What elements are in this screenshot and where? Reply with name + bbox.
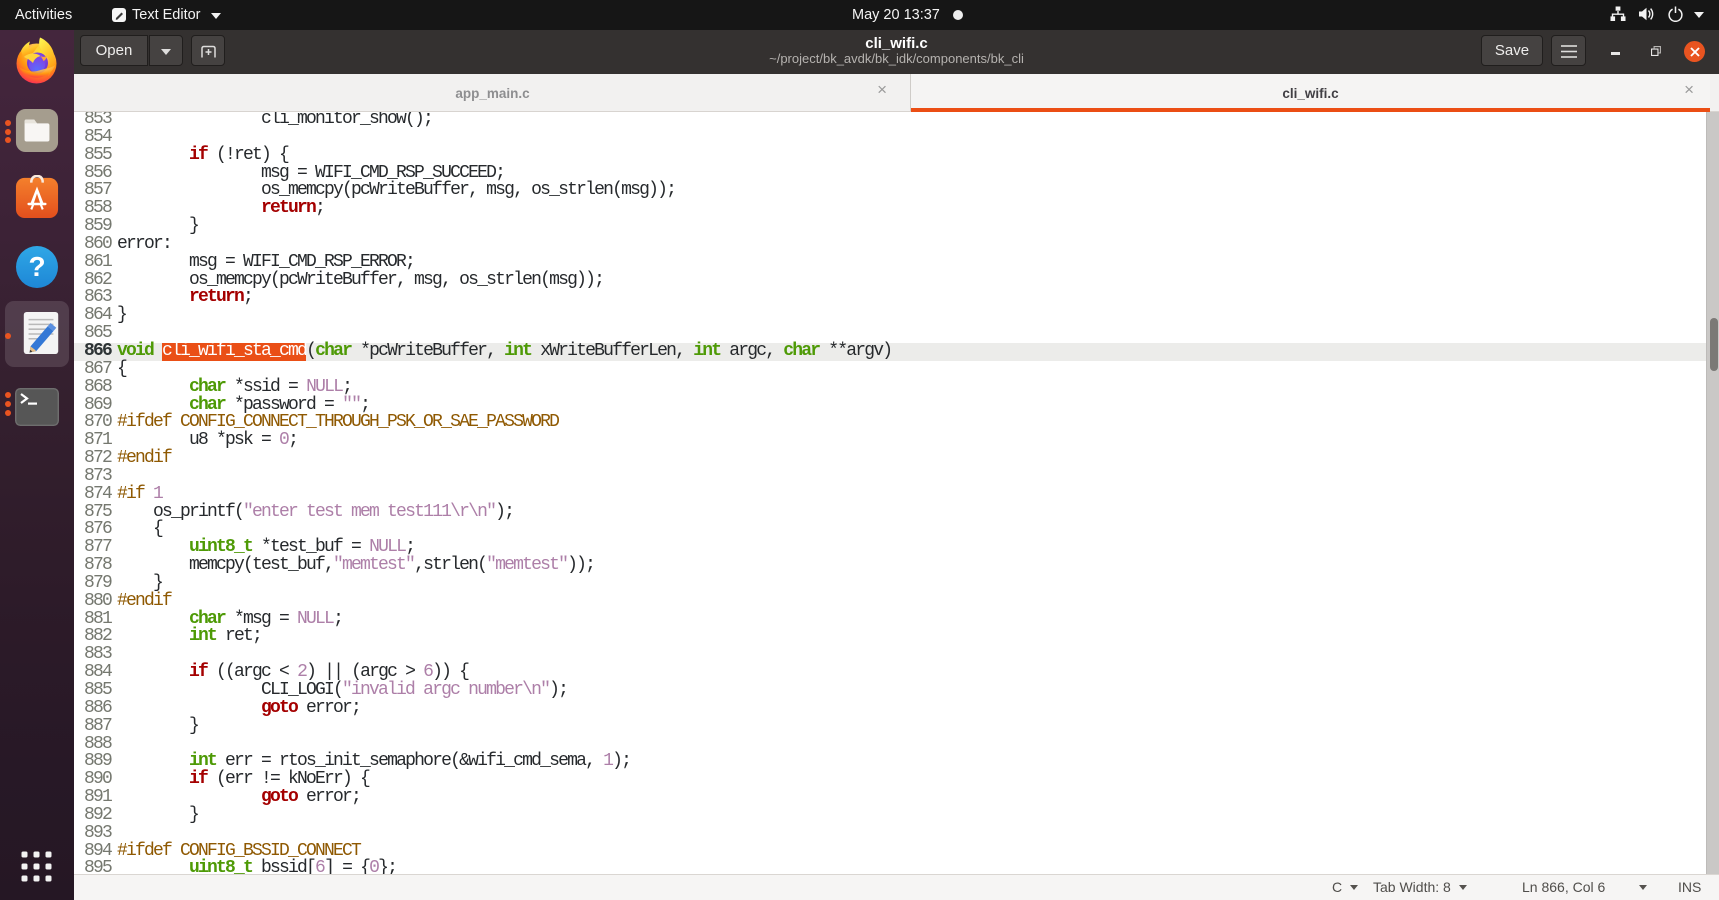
svg-text:?: ? bbox=[28, 251, 45, 282]
